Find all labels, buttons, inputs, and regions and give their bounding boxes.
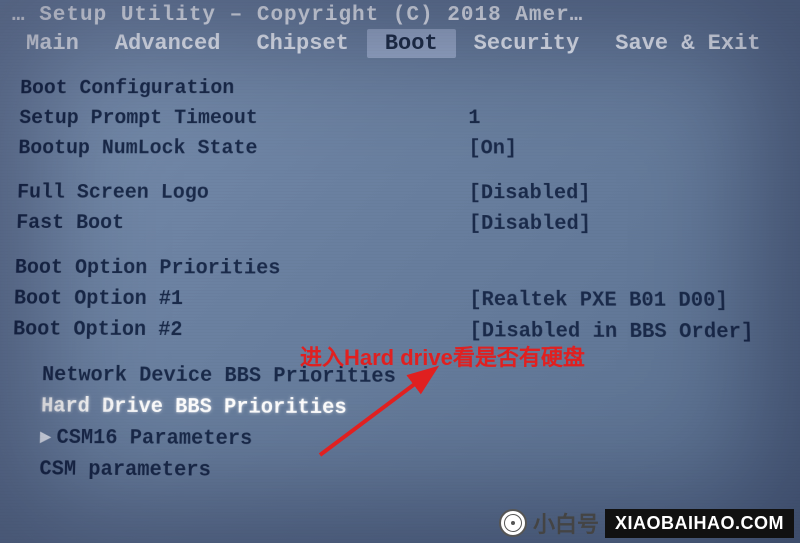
boot-config-heading: Boot Configuration	[20, 74, 790, 105]
watermark-url: XIAOBAIHAO.COM	[605, 509, 794, 538]
fullscreen-logo-row[interactable]: Full Screen Logo [Disabled]	[17, 178, 794, 210]
fast-boot-label: Fast Boot	[16, 209, 469, 240]
tab-boot[interactable]: Boot	[367, 29, 456, 58]
boot-priorities-heading: Boot Option Priorities	[14, 253, 795, 286]
boot-option-1-value: [Realtek PXE B01 D00]	[469, 285, 796, 317]
numlock-row[interactable]: Bootup NumLock State [On]	[18, 134, 792, 165]
bios-titlebar: … Setup Utility – Copyright (C) 2018 Ame…	[0, 0, 800, 27]
boot-option-1-row[interactable]: Boot Option #1 [Realtek PXE B01 D00]	[13, 284, 796, 318]
annotation-text: 进入Hard drive看是否有硬盘	[300, 340, 585, 372]
annotation-arrow-icon	[310, 365, 450, 465]
tab-chipset[interactable]: Chipset	[238, 29, 367, 58]
fullscreen-logo-label: Full Screen Logo	[17, 178, 469, 209]
tab-main[interactable]: Main	[8, 29, 97, 58]
fast-boot-value: [Disabled]	[469, 209, 794, 240]
setup-prompt-timeout-value: 1	[468, 104, 791, 134]
watermark-name-cn: 小白号	[533, 507, 599, 539]
fullscreen-logo-value: [Disabled]	[469, 179, 794, 210]
tab-advanced[interactable]: Advanced	[97, 29, 239, 58]
watermark: 小白号 XIAOBAIHAO.COM	[499, 507, 794, 539]
setup-prompt-timeout-label: Setup Prompt Timeout	[19, 104, 469, 134]
boot-option-1-label: Boot Option #1	[13, 284, 469, 316]
tab-security[interactable]: Security	[456, 29, 598, 58]
tab-save-exit[interactable]: Save & Exit	[597, 29, 779, 58]
setup-prompt-timeout-row[interactable]: Setup Prompt Timeout 1	[19, 104, 791, 134]
numlock-label: Bootup NumLock State	[18, 134, 469, 164]
numlock-value: [On]	[468, 134, 791, 165]
watermark-logo-icon	[499, 509, 527, 537]
fast-boot-row[interactable]: Fast Boot [Disabled]	[16, 209, 794, 241]
bios-menubar: Main Advanced Chipset Boot Security Save…	[0, 27, 800, 64]
